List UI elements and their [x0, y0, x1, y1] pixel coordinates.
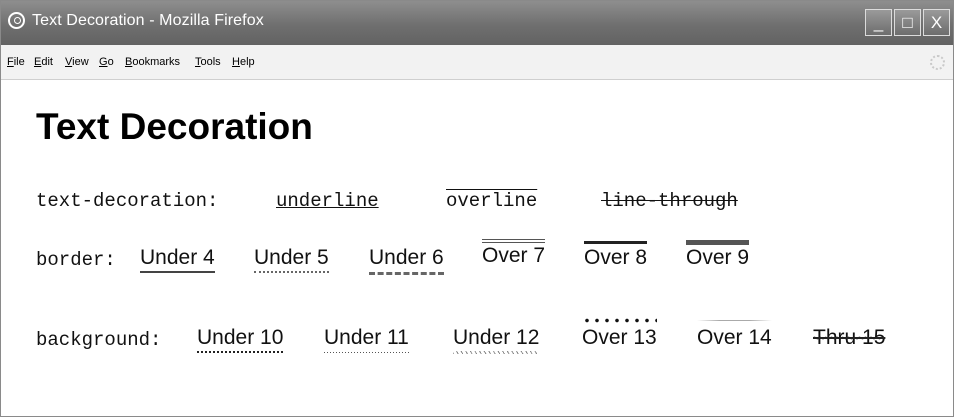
- throbber-icon: [930, 55, 945, 70]
- window-controls: _ □ X: [865, 9, 950, 36]
- menu-tools[interactable]: Tools: [195, 56, 221, 68]
- menu-help[interactable]: Help: [232, 56, 255, 68]
- overline-example: overline: [446, 190, 538, 212]
- close-button[interactable]: X: [923, 9, 950, 36]
- over-9-example: Over 9: [686, 240, 750, 270]
- text-decoration-label: text-decoration:: [36, 190, 219, 212]
- menu-file[interactable]: File: [7, 56, 25, 68]
- under-12-example: Under 12: [453, 326, 540, 354]
- under-5-example: Under 5: [254, 246, 329, 273]
- maximize-button[interactable]: □: [894, 9, 921, 36]
- thru-15-example: Thru 15: [813, 326, 886, 350]
- line-through-example: line-through: [601, 190, 738, 212]
- under-4-example: Under 4: [140, 246, 215, 273]
- over-14-example: Over 14: [697, 320, 772, 350]
- menu-edit[interactable]: Edit: [34, 56, 53, 68]
- under-6-example: Under 6: [369, 246, 444, 275]
- menu-go[interactable]: Go: [99, 56, 114, 68]
- title-bar: Text Decoration - Mozilla Firefox _ □ X: [1, 1, 953, 45]
- over-13-example: Over 13: [582, 318, 657, 350]
- border-label: border:: [36, 249, 116, 271]
- menu-view[interactable]: View: [65, 56, 89, 68]
- over-8-example: Over 8: [584, 241, 648, 270]
- firefox-icon: [8, 12, 25, 29]
- background-label: background:: [36, 329, 162, 351]
- window-title: Text Decoration - Mozilla Firefox: [32, 12, 264, 29]
- underline-example: underline: [276, 190, 379, 212]
- page-heading: Text Decoration: [36, 106, 313, 147]
- menu-bar: File Edit View Go Bookmarks Tools Help: [1, 45, 953, 80]
- under-11-example: Under 11: [324, 326, 409, 353]
- browser-window: Text Decoration - Mozilla Firefox _ □ X …: [0, 0, 954, 417]
- menu-bookmarks[interactable]: Bookmarks: [125, 56, 180, 68]
- minimize-button[interactable]: _: [865, 9, 892, 36]
- under-10-example: Under 10: [197, 326, 284, 353]
- over-7-example: Over 7: [482, 239, 546, 268]
- page-content: Text Decoration text-decoration: underli…: [1, 80, 953, 416]
